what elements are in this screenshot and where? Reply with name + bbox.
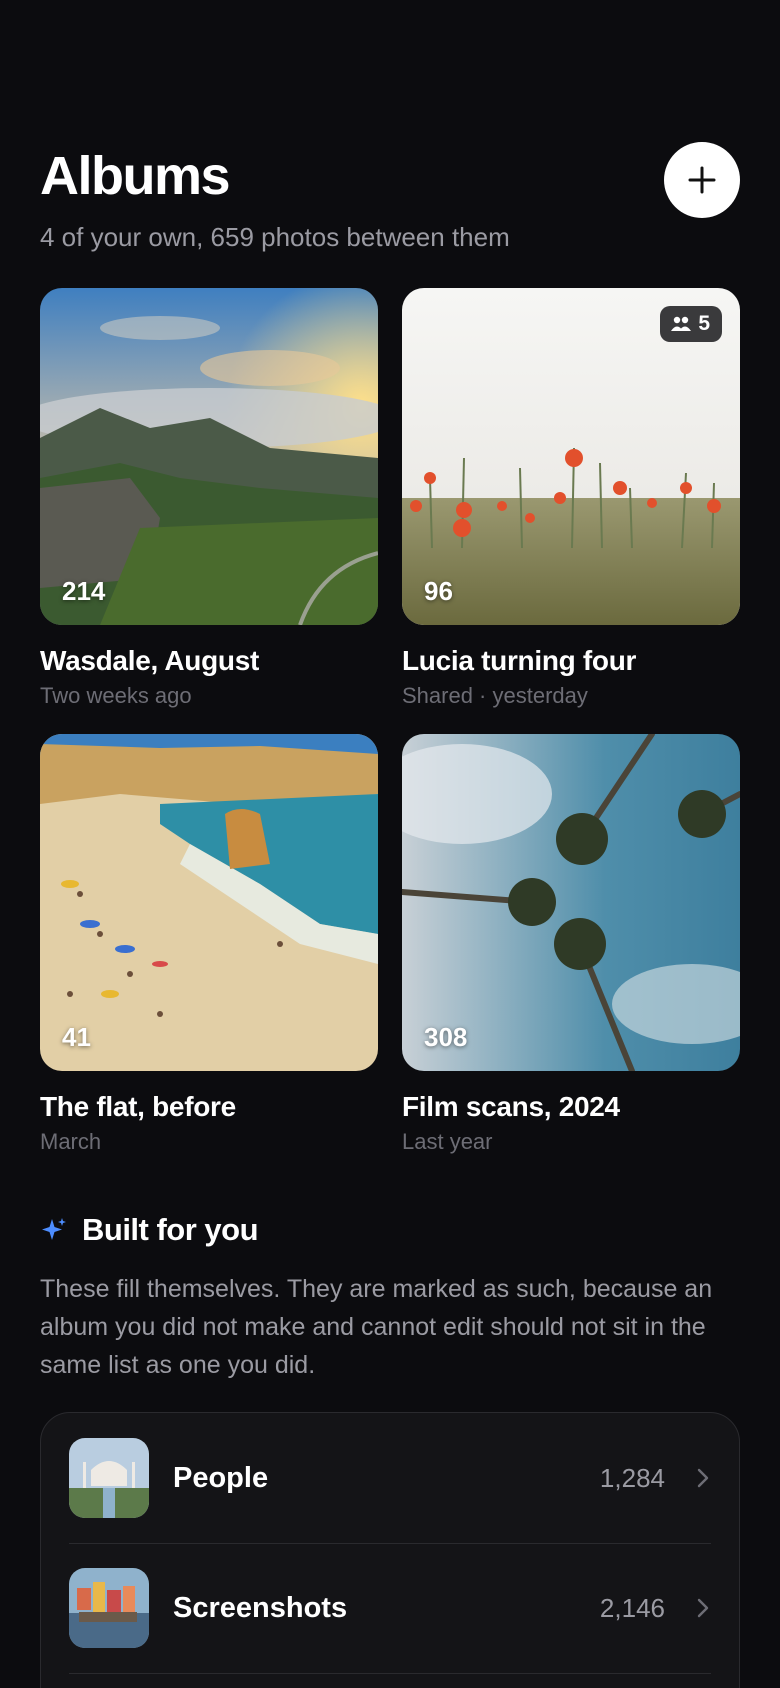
photo-count: 214 [62, 576, 106, 606]
album-card[interactable]: 308 Film scans, 2024 Last year [402, 734, 740, 1155]
list-item-label: Screenshots [173, 1591, 348, 1624]
album-card[interactable]: 41 The flat, before March [40, 734, 378, 1155]
people-icon [671, 316, 692, 331]
section-description: These fill themselves. They are marked a… [40, 1275, 713, 1379]
list-item-screenshots[interactable]: Screenshots 2,146 [69, 1543, 711, 1673]
album-subtitle: Last year [402, 1129, 493, 1154]
smart-album-list: People 1,284 Screenshots 2,146 [40, 1412, 740, 1688]
album-title: The flat, before [40, 1091, 236, 1122]
shared-count: 5 [698, 312, 710, 335]
beach-photo [40, 734, 378, 1071]
page-title: Albums [40, 146, 231, 206]
chevron-right-icon [697, 1598, 709, 1618]
list-item-label: People [173, 1461, 269, 1494]
album-cover[interactable]: 5 96 [402, 288, 740, 625]
divider [69, 1673, 711, 1674]
palms-photo [402, 734, 740, 1071]
photo-count: 41 [62, 1022, 91, 1052]
album-title: Film scans, 2024 [402, 1091, 620, 1122]
album-subtitle: March [40, 1129, 102, 1154]
album-title: Lucia turning four [402, 645, 637, 676]
screenshots-thumbnail [69, 1568, 149, 1648]
album-subtitle: Two weeks ago [40, 683, 192, 708]
list-item-count: 2,146 [599, 1592, 665, 1623]
page-subtitle: 4 of your own, 659 photos between them [40, 222, 510, 252]
add-album-button[interactable] [664, 142, 740, 218]
plus-icon [688, 166, 716, 194]
shared-badge: 5 [660, 306, 722, 342]
album-card[interactable]: 214 Wasdale, August Two weeks ago [40, 288, 378, 709]
albums-header: Albums 4 of your own, 659 photos between… [40, 140, 740, 260]
people-thumbnail [69, 1438, 149, 1518]
album-card[interactable]: 5 96 Lucia turning four Shared · yesterd… [402, 288, 740, 709]
mountain-photo [40, 288, 378, 625]
album-title: Wasdale, August [40, 645, 260, 676]
album-cover[interactable]: 41 [40, 734, 378, 1071]
photo-count: 308 [424, 1022, 468, 1052]
chevron-right-icon [697, 1468, 709, 1488]
album-subtitle: Shared · yesterday [402, 683, 588, 708]
album-cover[interactable]: 308 [402, 734, 740, 1071]
built-for-you-header: Built for you [40, 1212, 259, 1248]
list-item-people[interactable]: People 1,284 [69, 1413, 711, 1543]
list-item-count: 1,284 [599, 1462, 665, 1493]
photo-count: 96 [424, 576, 453, 606]
album-cover[interactable]: 214 [40, 288, 378, 625]
section-title: Built for you [82, 1212, 259, 1247]
sparkle-icon [42, 1218, 66, 1240]
